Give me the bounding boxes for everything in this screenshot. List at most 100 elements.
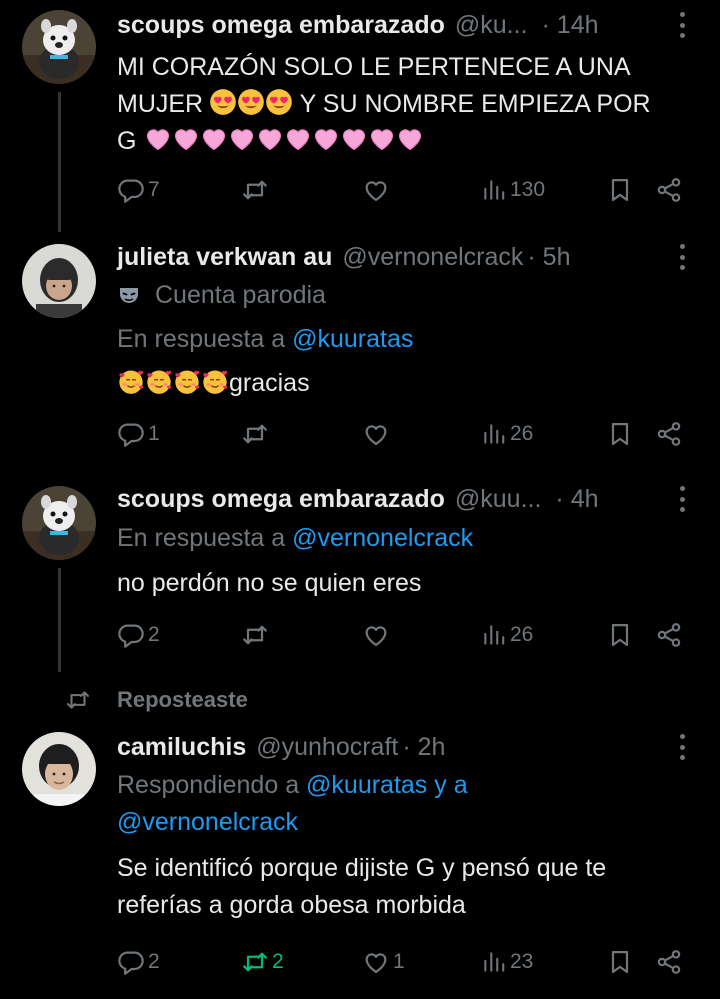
tweet[interactable]: scoups omega embarazado @ku... · 14h MI … bbox=[0, 0, 720, 232]
share-button[interactable] bbox=[655, 618, 683, 652]
bookmark-button[interactable] bbox=[606, 618, 634, 652]
reply-prefix: Respondiendo a bbox=[117, 771, 307, 799]
views-icon bbox=[481, 622, 507, 648]
bulldog-avatar-image bbox=[22, 10, 96, 84]
tweet-text-fragment: G bbox=[117, 127, 137, 155]
parody-badge: Cuenta parodia bbox=[117, 277, 700, 314]
like-button[interactable] bbox=[362, 618, 390, 652]
tweet-text-line: G bbox=[117, 123, 700, 160]
avatar[interactable] bbox=[22, 486, 96, 560]
repost-button[interactable]: 2 bbox=[241, 945, 284, 979]
tweet-text: no perdón no se quien eres bbox=[117, 569, 422, 597]
reply-button[interactable]: 7 bbox=[117, 173, 160, 207]
bookmark-button[interactable] bbox=[606, 417, 634, 451]
heart-icon bbox=[362, 420, 390, 448]
timestamp[interactable]: · 2h bbox=[402, 730, 445, 764]
reply-button[interactable]: 2 bbox=[117, 618, 160, 652]
reply-button[interactable]: 1 bbox=[117, 417, 160, 451]
tweet-text: gracias bbox=[117, 365, 700, 402]
tweet-text-line: referías a gorda obesa morbida bbox=[117, 891, 466, 919]
tweet-text-fragment: gracias bbox=[229, 369, 310, 397]
tweet[interactable]: julieta verkwan au @vernonelcrack · 5h C… bbox=[0, 232, 720, 470]
pink-heart-emoji bbox=[256, 125, 284, 153]
avatar[interactable] bbox=[22, 10, 96, 84]
tweet-text-fragment: Y SU NOMBRE EMPIEZA POR bbox=[293, 90, 651, 118]
bookmark-button[interactable] bbox=[606, 945, 634, 979]
author-name[interactable]: scoups omega embarazado bbox=[117, 482, 445, 516]
views-button[interactable]: 26 bbox=[481, 417, 533, 451]
tweet[interactable]: scoups omega embarazado @kuu... · 4h En … bbox=[0, 476, 720, 672]
repost-indicator: Reposteaste bbox=[0, 684, 720, 716]
repost-button[interactable] bbox=[241, 173, 269, 207]
bookmark-button[interactable] bbox=[606, 173, 634, 207]
heart-eyes-emoji bbox=[209, 88, 237, 116]
author-name[interactable]: camiluchis bbox=[117, 730, 246, 764]
repost-button[interactable] bbox=[241, 618, 269, 652]
share-icon bbox=[655, 621, 683, 649]
reply-conjunction: y a bbox=[427, 771, 468, 799]
reply-icon bbox=[117, 420, 145, 448]
reply-context: Respondiendo a @kuuratas y a bbox=[117, 767, 700, 804]
share-button[interactable] bbox=[655, 417, 683, 451]
timestamp[interactable]: · 4h bbox=[555, 482, 598, 516]
pink-heart-emoji bbox=[396, 125, 424, 153]
pink-heart-emoji-group bbox=[144, 127, 424, 155]
smiling-hearts-emoji bbox=[117, 367, 145, 395]
author-handle[interactable]: @ku... bbox=[455, 8, 528, 42]
like-button[interactable] bbox=[362, 173, 390, 207]
parody-label: Cuenta parodia bbox=[155, 281, 326, 309]
mention-link[interactable]: @vernonelcrack bbox=[292, 524, 473, 552]
tweet-text: Se identificó porque dijiste G y pensó q… bbox=[117, 850, 700, 924]
author-handle[interactable]: @vernonelcrack bbox=[342, 240, 523, 274]
more-options-icon[interactable] bbox=[680, 734, 686, 760]
heart-eyes-emoji bbox=[265, 88, 293, 116]
thread-connector-line bbox=[58, 568, 61, 672]
views-button[interactable]: 23 bbox=[481, 945, 533, 979]
mask-icon bbox=[120, 287, 138, 303]
repost-button[interactable] bbox=[241, 417, 269, 451]
author-name[interactable]: scoups omega embarazado bbox=[117, 8, 445, 42]
views-icon bbox=[481, 421, 507, 447]
tweet[interactable]: camiluchis @yunhocraft · 2h Respondiendo… bbox=[0, 724, 720, 999]
author-handle[interactable]: @yunhocraft bbox=[256, 730, 398, 764]
smiling-hearts-emoji bbox=[201, 367, 229, 395]
views-count: 26 bbox=[510, 623, 534, 646]
views-count: 26 bbox=[510, 422, 534, 445]
mention-link[interactable]: @vernonelcrack bbox=[117, 808, 298, 836]
share-button[interactable] bbox=[655, 173, 683, 207]
more-options-icon[interactable] bbox=[680, 12, 686, 38]
tweet-text: MI CORAZÓN SOLO LE PERTENECE A UNA MUJER… bbox=[117, 49, 700, 160]
pink-heart-emoji bbox=[144, 125, 172, 153]
reply-icon bbox=[117, 176, 145, 204]
author-handle[interactable]: @kuu... bbox=[455, 482, 542, 516]
timestamp[interactable]: · 14h bbox=[542, 8, 599, 42]
mention-link[interactable]: @kuuratas bbox=[292, 325, 413, 353]
avatar[interactable] bbox=[22, 244, 96, 318]
pink-heart-emoji bbox=[200, 125, 228, 153]
views-button[interactable]: 26 bbox=[481, 618, 533, 652]
heart-icon bbox=[362, 176, 390, 204]
reply-button[interactable]: 2 bbox=[117, 945, 160, 979]
avatar[interactable] bbox=[22, 732, 96, 806]
more-options-icon[interactable] bbox=[680, 244, 686, 270]
reply-count: 2 bbox=[148, 950, 160, 973]
views-button[interactable]: 130 bbox=[481, 173, 545, 207]
tweet-text-fragment: MUJER bbox=[117, 90, 204, 118]
pink-heart-emoji bbox=[340, 125, 368, 153]
share-icon bbox=[655, 948, 683, 976]
author-name[interactable]: julieta verkwan au bbox=[117, 240, 332, 274]
reply-count: 1 bbox=[148, 422, 160, 445]
views-icon bbox=[481, 949, 507, 975]
mention-link[interactable]: @kuuratas bbox=[306, 771, 427, 799]
reply-icon bbox=[117, 948, 145, 976]
smiling-hearts-emoji bbox=[145, 367, 173, 395]
like-button[interactable] bbox=[362, 417, 390, 451]
bookmark-icon bbox=[606, 420, 634, 448]
share-button[interactable] bbox=[655, 945, 683, 979]
reply-context-line: @vernonelcrack bbox=[117, 804, 700, 841]
more-options-icon[interactable] bbox=[680, 486, 686, 512]
like-button[interactable]: 1 bbox=[362, 945, 405, 979]
tweet-text-line: MUJER Y SU NOMBRE EMPIEZA POR bbox=[117, 86, 700, 123]
reply-icon bbox=[117, 621, 145, 649]
timestamp[interactable]: · 5h bbox=[527, 240, 570, 274]
